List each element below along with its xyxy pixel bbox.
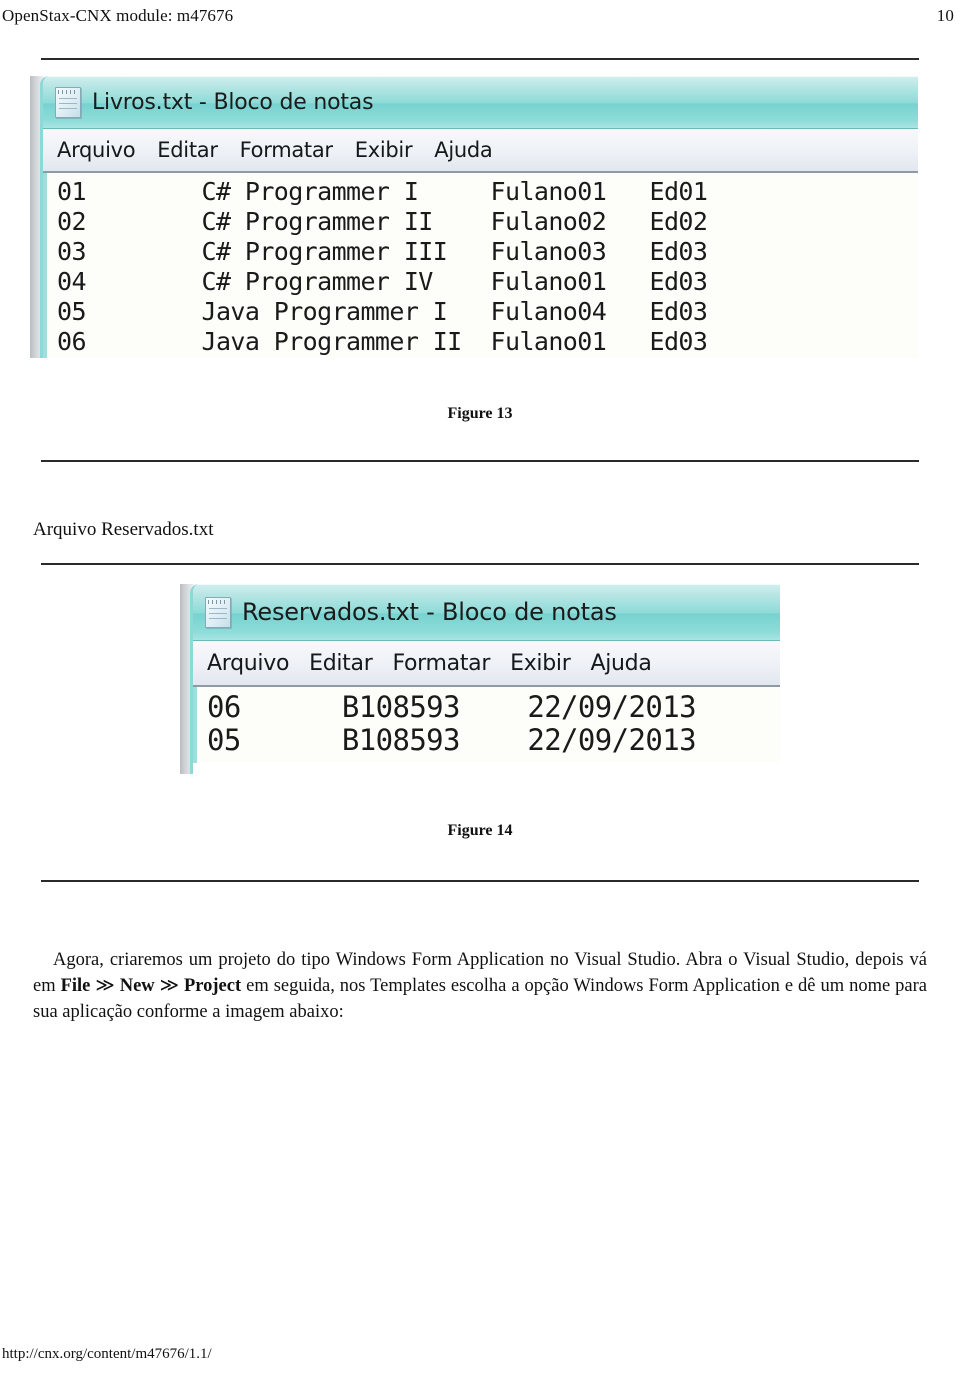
figure-bottom-rule xyxy=(41,460,919,462)
window-shell: Reservados.txt - Bloco de notas Arquivo … xyxy=(190,584,780,774)
notepad-window-livros[interactable]: Livros.txt - Bloco de notas Arquivo Edit… xyxy=(30,76,918,358)
text-line: 06 Java Programmer II Fulano01 Ed03 xyxy=(57,327,708,356)
menu-item-ajuda[interactable]: Ajuda xyxy=(434,138,493,162)
page-number: 10 xyxy=(936,6,954,25)
window-title: Livros.txt - Bloco de notas xyxy=(92,89,374,115)
text-line: 03 C# Programmer III Fulano03 Ed03 xyxy=(57,237,708,266)
menu-item-editar[interactable]: Editar xyxy=(157,138,218,162)
text-area[interactable]: 01 C# Programmer I Fulano01 Ed01 02 C# P… xyxy=(43,173,918,358)
menu-bar[interactable]: Arquivo Editar Formatar Exibir Ajuda xyxy=(193,641,780,687)
text-line: 02 C# Programmer II Fulano02 Ed02 xyxy=(57,207,708,236)
titlebar[interactable]: Livros.txt - Bloco de notas xyxy=(43,76,918,129)
section-heading: Arquivo Reservados.txt xyxy=(33,519,214,540)
figure-caption: Figure 13 xyxy=(447,405,513,422)
menu-item-formatar[interactable]: Formatar xyxy=(392,651,490,676)
figure-13-block: Livros.txt - Bloco de notas Arquivo Edit… xyxy=(0,58,960,462)
figure-caption: Figure 14 xyxy=(447,822,513,839)
menu-item-exibir[interactable]: Exibir xyxy=(355,138,413,162)
menu-path-separator: ≫ xyxy=(90,976,120,996)
figure-top-rule xyxy=(41,563,919,565)
notepad-icon xyxy=(55,86,81,118)
text-line: 06 B108593 22/09/2013 xyxy=(207,690,697,724)
figure-bottom-rule xyxy=(41,880,919,882)
running-head: OpenStax-CNX module: m47676 10 xyxy=(0,4,960,28)
notepad-icon xyxy=(205,596,231,628)
text-area[interactable]: 06 B108593 22/09/2013 05 B108593 22/09/2… xyxy=(193,687,780,763)
body-paragraph: Agora, criaremos um projeto do tipo Wind… xyxy=(33,947,927,1025)
menu-item-editar[interactable]: Editar xyxy=(309,651,373,676)
menu-item-formatar[interactable]: Formatar xyxy=(240,138,333,162)
menu-path-project: Project xyxy=(183,976,242,996)
menu-item-exibir[interactable]: Exibir xyxy=(510,651,571,676)
figure-14-block: Reservados.txt - Bloco de notas Arquivo … xyxy=(0,563,960,882)
menu-bar[interactable]: Arquivo Editar Formatar Exibir Ajuda xyxy=(43,129,918,173)
menu-item-arquivo[interactable]: Arquivo xyxy=(207,651,289,676)
menu-path-new: New xyxy=(119,976,155,996)
menu-path-file: File xyxy=(60,976,91,996)
text-line: 05 B108593 22/09/2013 xyxy=(207,723,697,757)
menu-path-separator: ≫ xyxy=(154,976,184,996)
menu-item-arquivo[interactable]: Arquivo xyxy=(57,138,136,162)
figure-top-rule xyxy=(41,58,919,60)
module-label: OpenStax-CNX module: m47676 xyxy=(2,6,234,25)
titlebar[interactable]: Reservados.txt - Bloco de notas xyxy=(193,584,780,641)
notepad-window-reservados[interactable]: Reservados.txt - Bloco de notas Arquivo … xyxy=(180,584,780,774)
window-title: Reservados.txt - Bloco de notas xyxy=(242,598,617,626)
window-shell: Livros.txt - Bloco de notas Arquivo Edit… xyxy=(40,76,918,358)
menu-item-ajuda[interactable]: Ajuda xyxy=(590,651,651,676)
footer-url[interactable]: http://cnx.org/content/m47676/1.1/ xyxy=(2,1346,212,1363)
text-line: 01 C# Programmer I Fulano01 Ed01 xyxy=(57,177,708,206)
text-line: 04 C# Programmer IV Fulano01 Ed03 xyxy=(57,267,708,296)
text-line: 05 Java Programmer I Fulano04 Ed03 xyxy=(57,297,708,326)
